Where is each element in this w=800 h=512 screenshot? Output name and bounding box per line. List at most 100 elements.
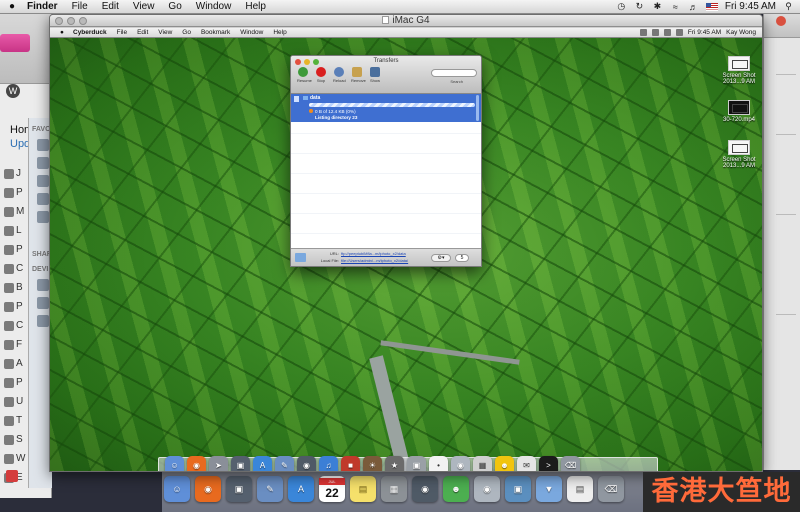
stickies-icon[interactable]: ▤ [350, 476, 376, 502]
documents-icon[interactable] [37, 193, 49, 205]
volume-icon[interactable]: ♬ [688, 2, 699, 12]
photo-booth-icon[interactable]: ■ [341, 456, 360, 471]
remote-menu-file[interactable]: File [112, 29, 132, 36]
menu-finder[interactable]: Finder [20, 1, 65, 12]
desktop-icon[interactable] [37, 139, 49, 151]
wifi-icon[interactable]: ≈ [670, 2, 681, 12]
trash-icon[interactable]: ⌫ [561, 456, 580, 471]
remote-apple-menu-icon[interactable]: ● [56, 29, 68, 36]
downloads-icon[interactable] [37, 211, 49, 223]
remote-tray-icon[interactable] [651, 29, 659, 36]
sidebar-item[interactable]: A [4, 354, 25, 373]
sidebar-item[interactable]: P [4, 373, 25, 392]
photo-icon[interactable]: ▣ [226, 476, 252, 502]
documents-icon[interactable]: ▤ [567, 476, 593, 502]
menu-clock[interactable]: Fri 9:45 AM [725, 1, 776, 12]
sidebar-item[interactable]: P [4, 297, 25, 316]
search-input[interactable] [431, 69, 477, 77]
local-file-link[interactable]: file://Users/admin/...m/iphoto_x2/data/ [341, 258, 408, 263]
scrollbar[interactable] [476, 95, 479, 121]
sidebar-item[interactable]: W [4, 449, 25, 468]
remote-menu-help[interactable]: Help [268, 29, 291, 36]
show-button[interactable]: Show [369, 67, 381, 83]
preview-icon[interactable]: ✎ [275, 456, 294, 471]
desktop-file-video[interactable]: 30-720.mp4 [716, 100, 762, 123]
sidebar-item[interactable]: T [4, 411, 25, 430]
bluetooth-icon[interactable]: ✱ [652, 1, 663, 12]
zoom-button[interactable] [79, 17, 87, 25]
menu-go[interactable]: Go [161, 1, 188, 12]
photo-icon[interactable]: ▣ [231, 456, 250, 471]
sidebar-item[interactable]: C [4, 259, 25, 278]
transfer-row[interactable]: data 0 B of 12.4 KB (0%) Listing directo… [291, 94, 481, 122]
remote-tray-icon[interactable] [639, 29, 647, 36]
webcam-icon[interactable]: ◉ [474, 476, 500, 502]
sidebar-item[interactable]: C [4, 316, 25, 335]
menu-edit[interactable]: Edit [95, 1, 126, 12]
facetime-icon[interactable]: ◉ [297, 456, 316, 471]
sidebar-item[interactable]: U [4, 392, 25, 411]
calendar-icon[interactable]: JUL 22 [319, 476, 345, 502]
sidebar-item[interactable]: M [4, 202, 25, 221]
close-button[interactable] [55, 17, 63, 25]
remote-menu-window[interactable]: Window [235, 29, 268, 36]
sidebar-item[interactable]: L [4, 221, 25, 240]
remote-desktop-icon[interactable]: ▦ [381, 476, 407, 502]
sidebar-item[interactable]: B [4, 278, 25, 297]
folder-icon[interactable] [295, 253, 306, 262]
remove-button[interactable]: Remove [351, 67, 366, 83]
minimize-button[interactable] [67, 17, 75, 25]
url-link[interactable]: ftp://peeptubiMfla...m/iphoto_x2/data [341, 251, 406, 256]
sync-icon[interactable]: ↻ [634, 1, 645, 12]
sidebar-item[interactable]: S [4, 430, 25, 449]
remote-desktop[interactable]: ● Cyberduck File Edit View Go Bookmark W… [50, 28, 762, 471]
mail-icon[interactable]: ✉ [517, 456, 536, 471]
remote-user[interactable]: Kay Wong [726, 29, 756, 36]
screen-share-icon[interactable]: ▣ [505, 476, 531, 502]
remote-menu-edit[interactable]: Edit [132, 29, 153, 36]
imovie-icon[interactable]: ★ [385, 456, 404, 471]
facetime-icon[interactable]: ◉ [412, 476, 438, 502]
sidebar-item[interactable]: P [4, 240, 25, 259]
remote-clock[interactable]: Fri 9:45 AM [688, 29, 721, 36]
menu-window[interactable]: Window [189, 1, 239, 12]
time-machine-icon[interactable]: ◷ [616, 1, 627, 12]
menu-file[interactable]: File [65, 1, 95, 12]
trash-icon[interactable]: ⌫ [598, 476, 624, 502]
iphoto-icon[interactable]: ☀ [363, 456, 382, 471]
finder-icon[interactable]: ☺ [165, 456, 184, 471]
remote-tray-icon[interactable] [663, 29, 671, 36]
app-store-icon[interactable]: A [253, 456, 272, 471]
resume-button[interactable]: Resume [297, 67, 312, 83]
action-menu-button[interactable]: ⚙▾ [431, 254, 451, 262]
menu-help[interactable]: Help [238, 1, 273, 12]
connections-stepper[interactable]: 5 [455, 254, 469, 262]
spotlight-icon[interactable]: ⚲ [783, 1, 794, 12]
remote-tray-icon[interactable] [675, 29, 683, 36]
us-flag-icon[interactable] [705, 2, 718, 11]
vnc-titlebar[interactable]: iMac G4 [50, 15, 762, 27]
terminal-icon[interactable]: > [539, 456, 558, 471]
applications-icon[interactable] [37, 157, 49, 169]
preview-icon[interactable]: ✎ [257, 476, 283, 502]
disk-icon[interactable] [37, 279, 49, 291]
transfers-list[interactable]: data 0 B of 12.4 KB (0%) Listing directo… [291, 94, 481, 248]
eraser-icon[interactable] [6, 470, 18, 482]
disk-icon[interactable] [37, 315, 49, 327]
remote-menu-go[interactable]: Go [177, 29, 196, 36]
menu-view[interactable]: View [126, 1, 162, 12]
pink-tab[interactable] [0, 34, 30, 52]
wordpress-icon[interactable]: W [6, 84, 20, 98]
apple-menu-icon[interactable]: ● [4, 1, 20, 12]
ichat-icon[interactable]: • [429, 456, 448, 471]
firefox-icon[interactable]: ◉ [187, 456, 206, 471]
sidebar-item[interactable]: P [4, 183, 25, 202]
camera-icon[interactable] [37, 175, 49, 187]
transfers-toolbar[interactable]: Transfers Resume Stop Reload Remove Show… [291, 56, 481, 94]
downloads-folder-icon[interactable]: ▼ [536, 476, 562, 502]
launchpad-icon[interactable]: ➤ [209, 456, 228, 471]
sidebar-item[interactable]: J [4, 164, 25, 183]
remote-menu-view[interactable]: View [153, 29, 177, 36]
reload-button[interactable]: Reload [333, 67, 346, 83]
itunes-icon[interactable]: ♫ [319, 456, 338, 471]
